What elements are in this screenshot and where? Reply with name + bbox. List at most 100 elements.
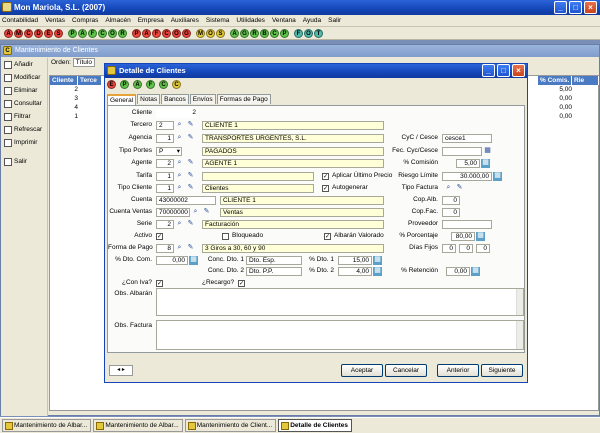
aplicar-ultimo-precio-checkbox[interactable]: ✓ xyxy=(322,173,329,180)
toolbar-button-m[interactable]: M xyxy=(14,28,23,38)
menu-item-ventas[interactable]: Ventas xyxy=(45,17,65,24)
anterior-button[interactable]: Anterior xyxy=(437,364,479,377)
calculator-icon[interactable]: ▦ xyxy=(373,256,382,265)
search-icon[interactable]: ⌕ xyxy=(175,244,184,253)
edit-icon[interactable]: ✎ xyxy=(186,184,195,193)
menu-item-almacén[interactable]: Almacén xyxy=(105,17,130,24)
record-nav[interactable]: ◂ ▸ xyxy=(109,365,133,376)
col-tercero[interactable]: Terce xyxy=(78,76,102,85)
toolbar-button-p[interactable]: P xyxy=(280,28,289,38)
dialog-tool-c[interactable]: C xyxy=(159,79,168,89)
riesgo-input[interactable]: 30.000,00 xyxy=(442,172,492,181)
bloqueado-checkbox[interactable] xyxy=(222,233,229,240)
albaran-valorado-checkbox[interactable]: ✓ xyxy=(324,233,331,240)
cuenta-input[interactable]: 43000002 xyxy=(156,196,216,205)
side-button-filtrar[interactable]: Filtrar xyxy=(1,110,47,123)
side-button-refrescar[interactable]: Refrescar xyxy=(1,123,47,136)
cuenta-ventas-input[interactable]: 70000000 xyxy=(156,208,190,217)
tab-envíos[interactable]: Envíos xyxy=(189,94,216,104)
toolbar-button-o[interactable]: O xyxy=(108,28,117,38)
side-button-añadir[interactable]: Añadir xyxy=(1,58,47,71)
dialog-tool-p[interactable]: P xyxy=(120,79,129,89)
tab-general[interactable]: General xyxy=(107,94,137,105)
dto2-input[interactable]: 4,00 xyxy=(338,267,372,276)
side-button-eliminar[interactable]: Eliminar xyxy=(1,84,47,97)
obs-albaran-textarea[interactable] xyxy=(156,288,524,316)
aceptar-button[interactable]: Aceptar xyxy=(341,364,383,377)
activo-checkbox[interactable]: ✓ xyxy=(156,233,163,240)
recargo-checkbox[interactable]: ✓ xyxy=(238,280,245,287)
toolbar-button-p[interactable]: P xyxy=(68,28,77,38)
toolbar-button-p[interactable]: P xyxy=(132,28,141,38)
side-button-imprimir[interactable]: Imprimir xyxy=(1,136,47,149)
taskbar-item[interactable]: Mantenimiento de Client... xyxy=(184,419,277,432)
toolbar-button-a[interactable]: A xyxy=(4,28,13,38)
search-icon[interactable]: ⌕ xyxy=(175,172,184,181)
calculator-icon[interactable]: ▦ xyxy=(471,267,480,276)
dialog-tool-c[interactable]: C xyxy=(172,79,181,89)
menu-item-compras[interactable]: Compras xyxy=(72,17,98,24)
autogenerar-checkbox[interactable]: ✓ xyxy=(322,185,329,192)
cyc-input[interactable]: cesce1 xyxy=(442,134,492,143)
forma-pago-code-input[interactable]: 8 xyxy=(156,244,174,253)
toolbar-button-m[interactable]: M xyxy=(196,28,205,38)
conc2-input[interactable]: Dto. P.P. xyxy=(246,267,302,276)
toolbar-button-f[interactable]: F xyxy=(88,28,97,38)
edit-icon[interactable]: ✎ xyxy=(186,121,195,130)
search-icon[interactable]: ⌕ xyxy=(444,184,453,193)
dialog-tool-f[interactable]: F xyxy=(146,79,155,89)
menu-item-auxiliares[interactable]: Auxiliares xyxy=(171,17,199,24)
side-button-consultar[interactable]: Consultar xyxy=(1,97,47,110)
toolbar-button-s[interactable]: S xyxy=(54,28,63,38)
menu-item-ayuda[interactable]: Ayuda xyxy=(303,17,321,24)
calculator-icon[interactable]: ▦ xyxy=(493,172,502,181)
side-button-modificar[interactable]: Modificar xyxy=(1,71,47,84)
agencia-code-input[interactable]: 1 xyxy=(156,134,174,143)
search-icon[interactable]: ⌕ xyxy=(175,134,184,143)
toolbar-button-t[interactable]: T xyxy=(314,28,323,38)
dias-fijos-1-input[interactable]: 0 xyxy=(442,244,456,253)
toolbar-button-a[interactable]: A xyxy=(230,28,239,38)
dialog-minimize-button[interactable]: _ xyxy=(482,64,495,77)
toolbar-button-a[interactable]: A xyxy=(142,28,151,38)
search-icon[interactable]: ⌕ xyxy=(175,184,184,193)
con-iva-checkbox[interactable]: ✓ xyxy=(156,280,163,287)
edit-icon[interactable]: ✎ xyxy=(186,159,195,168)
dialog-tool-e[interactable]: E xyxy=(107,79,116,89)
toolbar-button-e[interactable]: E xyxy=(44,28,53,38)
toolbar-button-g[interactable]: G xyxy=(240,28,249,38)
calculator-icon[interactable]: ▦ xyxy=(476,232,485,241)
minimize-button[interactable]: _ xyxy=(554,1,567,14)
toolbar-button-g[interactable]: G xyxy=(182,28,191,38)
tipo-portes-select[interactable]: P ▾ xyxy=(156,147,182,156)
porcentaje-input[interactable]: 80,00 xyxy=(451,232,475,241)
agente-code-input[interactable]: 2 xyxy=(156,159,174,168)
col-cliente[interactable]: Cliente xyxy=(50,76,78,85)
tarifa-code-input[interactable]: 1 xyxy=(156,172,174,181)
col-riesgo[interactable]: Rie xyxy=(572,76,599,85)
search-icon[interactable]: ⌕ xyxy=(191,208,200,217)
toolbar-button-f[interactable]: F xyxy=(294,28,303,38)
calculator-icon[interactable]: ▦ xyxy=(373,267,382,276)
edit-icon[interactable]: ✎ xyxy=(202,208,211,217)
dto1-input[interactable]: 15,00 xyxy=(338,256,372,265)
dias-fijos-2-input[interactable]: 0 xyxy=(459,244,473,253)
tercero-code-input[interactable]: 2 xyxy=(156,121,174,130)
toolbar-button-b[interactable]: B xyxy=(260,28,269,38)
cliente-field[interactable]: 2 xyxy=(156,109,198,118)
taskbar-item[interactable]: Mantenimiento de Albar... xyxy=(2,419,92,432)
cop-alb-input[interactable]: 0 xyxy=(442,196,460,205)
cop-fac-input[interactable]: 0 xyxy=(442,208,460,217)
siguiente-button[interactable]: Siguiente xyxy=(481,364,523,377)
menu-item-utilidades[interactable]: Utilidades xyxy=(236,17,265,24)
toolbar-button-o[interactable]: O xyxy=(206,28,215,38)
search-icon[interactable]: ⌕ xyxy=(175,121,184,130)
edit-icon[interactable]: ✎ xyxy=(186,220,195,229)
toolbar-button-f[interactable]: F xyxy=(152,28,161,38)
calculator-icon[interactable]: ▦ xyxy=(189,256,198,265)
edit-icon[interactable]: ✎ xyxy=(455,184,464,193)
order-select[interactable]: Título xyxy=(72,58,95,67)
col-comision[interactable]: % Comis. xyxy=(538,76,572,85)
dto-com-input[interactable]: 0,00 xyxy=(156,256,188,265)
edit-icon[interactable]: ✎ xyxy=(186,172,195,181)
